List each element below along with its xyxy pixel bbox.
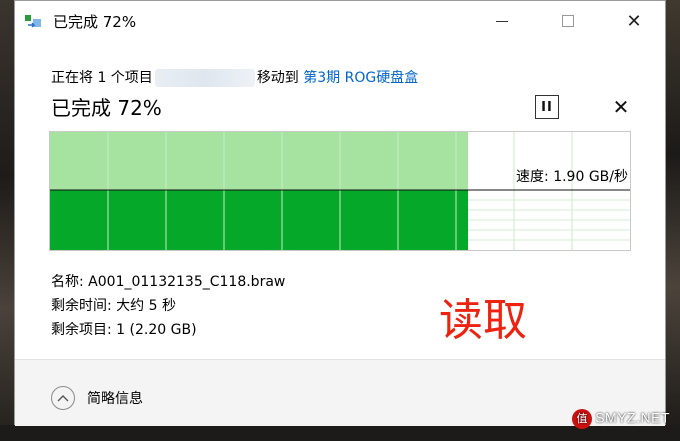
time-remaining-value: 大约 5 秒 — [116, 298, 176, 314]
items-remaining-label: 剩余项目: — [51, 322, 112, 338]
close-icon: ✕ — [626, 10, 642, 32]
progress-fill-light — [50, 132, 468, 190]
minimize-icon — [496, 20, 508, 22]
window-title: 已完成 72% — [53, 13, 137, 31]
chevron-up-icon — [57, 395, 69, 402]
speed-label: 速度: 1.90 GB/秒 — [516, 169, 628, 185]
background-left — [0, 0, 14, 441]
redacted-source — [154, 69, 255, 87]
file-name-value: A001_01132135_C118.braw — [88, 274, 286, 290]
background-right — [666, 0, 680, 441]
watermark-badge: 值 — [572, 409, 593, 429]
less-details-toggle[interactable] — [51, 386, 75, 410]
transfer-prefix: 正在将 1 个项目 — [51, 70, 153, 86]
time-remaining-label: 剩余时间: — [51, 298, 112, 314]
transfer-middle: 移动到 — [256, 70, 299, 86]
speed-graph-canvas — [50, 132, 630, 250]
time-remaining-row: 剩余时间: 大约 5 秒 — [51, 295, 176, 315]
annotation-text: 读取 — [439, 295, 527, 346]
footer: 简略信息 — [15, 359, 665, 426]
progress-fill-speed — [50, 190, 468, 250]
watermark: 值 SMYZ.NET — [572, 409, 670, 429]
title-bar: 已完成 72% ✕ — [15, 1, 665, 41]
pause-button[interactable]: II — [535, 95, 559, 119]
copy-files-icon — [25, 13, 45, 29]
speed-graph: 速度: 1.90 GB/秒 — [49, 131, 631, 251]
close-icon: ✕ — [612, 95, 630, 119]
maximize-button[interactable] — [545, 1, 591, 41]
transfer-description: 正在将 1 个项目 移动到 第3期 ROG硬盘盒 — [51, 67, 418, 87]
destination-link[interactable]: 第3期 ROG硬盘盒 — [303, 70, 418, 86]
file-progress-dialog: 已完成 72% ✕ 正在将 1 个项目 移动到 第3期 ROG硬盘盒 已完成 72… — [14, 0, 666, 426]
minimize-button[interactable] — [479, 1, 525, 41]
items-remaining-value: 1 (2.20 GB) — [116, 322, 197, 338]
less-details-label[interactable]: 简略信息 — [87, 388, 143, 408]
maximize-icon — [562, 15, 574, 27]
watermark-text: SMYZ.NET — [595, 409, 670, 426]
file-name-row: 名称: A001_01132135_C118.braw — [51, 271, 285, 291]
cancel-button[interactable]: ✕ — [609, 95, 633, 119]
file-name-label: 名称: — [51, 274, 84, 290]
close-button[interactable]: ✕ — [611, 1, 657, 41]
items-remaining-row: 剩余项目: 1 (2.20 GB) — [51, 319, 197, 339]
pause-icon: II — [541, 99, 553, 115]
percent-complete: 已完成 72% — [51, 96, 162, 120]
